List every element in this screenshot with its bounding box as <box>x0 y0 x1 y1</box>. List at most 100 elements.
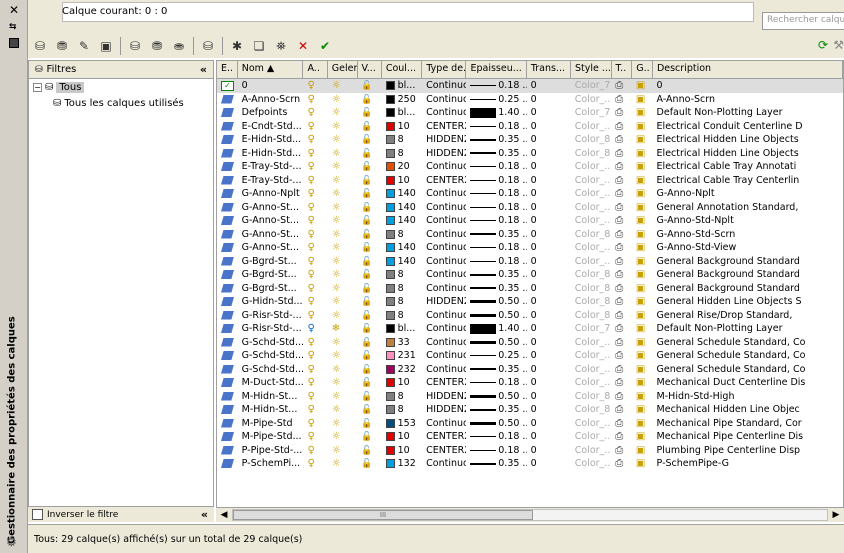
freeze-sun-icon[interactable]: ☼ <box>328 390 358 404</box>
layer-name[interactable]: G-Anno-St... <box>238 214 304 228</box>
freeze-sun-icon[interactable]: ☼ <box>328 430 358 444</box>
layer-transparency[interactable]: 0 <box>527 241 571 255</box>
layer-linetype[interactable]: Continuo... <box>422 349 466 363</box>
layer-description[interactable]: G-Anno-Std-View <box>653 241 843 255</box>
layer-name[interactable]: P-Pipe-Std-... <box>238 444 304 458</box>
layer-linetype[interactable]: Continuo... <box>422 187 466 201</box>
unlock-icon[interactable]: 🔓 <box>357 336 381 350</box>
unlock-icon[interactable]: 🔓 <box>357 417 381 431</box>
table-row[interactable]: E-Tray-Std-...♀☼🔓10CENTER20.18 ...0Color… <box>217 174 843 188</box>
column-header[interactable]: Style ... <box>571 61 612 78</box>
layer-transparency[interactable]: 0 <box>527 309 571 323</box>
layer-description[interactable]: General Background Standard <box>653 268 843 282</box>
new-vp-freeze-icon[interactable]: ▣ <box>632 268 653 282</box>
table-row[interactable]: G-Bgrd-St...♀☼🔓140Continuo...0.18 ...0Co… <box>217 255 843 269</box>
layer-status-icon[interactable] <box>217 241 238 255</box>
layer-lineweight[interactable]: 0.35 ... <box>466 147 527 161</box>
unlock-icon[interactable]: 🔓 <box>357 430 381 444</box>
new-vp-freeze-icon[interactable]: ▣ <box>632 228 653 242</box>
table-row[interactable]: M-Pipe-Std♀☼🔓153Continuo...0.50 ...0Colo… <box>217 417 843 431</box>
printer-icon[interactable]: ⎙ <box>611 120 632 134</box>
on-off-bulb-icon[interactable]: ♀ <box>303 147 327 161</box>
layer-linetype[interactable]: Continuo... <box>422 241 466 255</box>
layer-color[interactable]: 33 <box>382 336 423 350</box>
layer-status-icon[interactable] <box>217 403 238 417</box>
freeze-sun-icon[interactable]: ☼ <box>328 295 358 309</box>
new-vp-freeze-icon[interactable]: ▣ <box>632 349 653 363</box>
layer-color[interactable]: 10 <box>382 444 423 458</box>
table-row[interactable]: G-Anno-St...♀☼🔓140Continuo...0.18 ...0Co… <box>217 241 843 255</box>
layer-transparency[interactable]: 0 <box>527 322 571 336</box>
unlock-icon[interactable]: 🔓 <box>357 120 381 134</box>
layer-transparency[interactable]: 0 <box>527 444 571 458</box>
freeze-sun-icon[interactable]: ☼ <box>328 444 358 458</box>
layer-name[interactable]: G-Risr-Std-... <box>238 322 304 336</box>
layer-description[interactable]: G-Anno-Std-Scrn <box>653 228 843 242</box>
printer-icon[interactable]: ⎙ <box>611 79 632 93</box>
layer-status-icon[interactable] <box>217 214 238 228</box>
printer-icon[interactable]: ⎙ <box>611 133 632 147</box>
new-vp-freeze-icon[interactable]: ▣ <box>632 160 653 174</box>
layer-status-icon[interactable] <box>217 228 238 242</box>
layer-status-icon[interactable] <box>217 147 238 161</box>
layer-linetype[interactable]: HIDDEN2 <box>422 403 466 417</box>
unlock-icon[interactable]: 🔓 <box>357 147 381 161</box>
on-off-bulb-icon[interactable]: ♀ <box>303 106 327 120</box>
layer-name[interactable]: E-Hidn-Std... <box>238 133 304 147</box>
layer-lineweight[interactable]: 0.35 ... <box>466 363 527 377</box>
freeze-sun-icon[interactable]: ☼ <box>328 268 358 282</box>
freeze-sun-icon[interactable]: ☼ <box>328 282 358 296</box>
layer-color[interactable]: 140 <box>382 241 423 255</box>
on-off-bulb-icon[interactable]: ♀ <box>303 214 327 228</box>
new-layer-icon[interactable]: ✱ <box>229 38 245 54</box>
table-row[interactable]: G-Bgrd-St...♀☼🔓8Continuo...0.35 ...0Colo… <box>217 268 843 282</box>
column-header[interactable]: Coul... <box>382 61 423 78</box>
layer-description[interactable]: G-Anno-Nplt <box>653 187 843 201</box>
state-manager-icon[interactable]: ✎ <box>76 38 92 54</box>
layer-color[interactable]: bl... <box>382 106 423 120</box>
layer-linetype[interactable]: Continuo... <box>422 201 466 215</box>
layer-description[interactable]: P-SchemPipe-G <box>653 457 843 471</box>
layer-description[interactable]: A-Anno-Scrn <box>653 93 843 107</box>
printer-icon[interactable]: ⎙ <box>611 336 632 350</box>
layer-name[interactable]: E-Cndt-Std... <box>238 120 304 134</box>
unlock-icon[interactable]: 🔓 <box>357 403 381 417</box>
scroll-right-icon[interactable]: ▶ <box>828 510 844 520</box>
unlock-icon[interactable]: 🔓 <box>357 241 381 255</box>
layer-color[interactable]: 8 <box>382 309 423 323</box>
layer-status-icon[interactable] <box>217 160 238 174</box>
unlock-icon[interactable]: 🔓 <box>357 309 381 323</box>
layer-lineweight[interactable]: 0.18 ... <box>466 187 527 201</box>
layer-description[interactable]: General Annotation Standard, <box>653 201 843 215</box>
layer-linetype[interactable]: CENTER2 <box>422 430 466 444</box>
layer-name[interactable]: G-Schd-Std... <box>238 336 304 350</box>
layer-transparency[interactable]: 0 <box>527 160 571 174</box>
printer-icon[interactable]: ⎙ <box>611 295 632 309</box>
unlock-icon[interactable]: 🔓 <box>357 295 381 309</box>
new-vp-freeze-icon[interactable]: ▣ <box>632 457 653 471</box>
new-vp-freeze-icon[interactable]: ▣ <box>632 282 653 296</box>
layer-description[interactable]: General Schedule Standard, Co <box>653 336 843 350</box>
layer-name[interactable]: E-Hidn-Std... <box>238 147 304 161</box>
table-row[interactable]: M-Hidn-St...♀☼🔓8HIDDEN20.35 ...0Color_8⎙… <box>217 403 843 417</box>
layer-linetype[interactable]: CENTER2 <box>422 120 466 134</box>
layer-name[interactable]: E-Tray-Std-... <box>238 160 304 174</box>
table-row[interactable]: ✓0♀☼🔓bl...Continuo...0.18 ...0Color_7⎙▣0 <box>217 79 843 93</box>
table-row[interactable]: P-SchemPi...♀☼🔓132Continuo...0.35 ...0Co… <box>217 457 843 471</box>
on-off-bulb-icon[interactable]: ♀ <box>303 295 327 309</box>
table-row[interactable]: G-Schd-Std...♀☼🔓33Continuo...0.50 ...0Co… <box>217 336 843 350</box>
layer-description[interactable]: 0 <box>653 79 843 93</box>
new-vp-freeze-icon[interactable]: ▣ <box>632 79 653 93</box>
layer-lineweight[interactable]: 0.18 ... <box>466 444 527 458</box>
layer-linetype[interactable]: Continuo... <box>422 214 466 228</box>
tree-item-all[interactable]: − ⛁ Tous <box>33 79 213 95</box>
layer-linetype[interactable]: CENTER2 <box>422 376 466 390</box>
layer-lineweight[interactable]: 0.50 ... <box>466 417 527 431</box>
layer-description[interactable]: Mechanical Duct Centerline Dis <box>653 376 843 390</box>
layer-transparency[interactable]: 0 <box>527 430 571 444</box>
on-off-bulb-icon[interactable]: ♀ <box>303 187 327 201</box>
unlock-icon[interactable]: 🔓 <box>357 363 381 377</box>
scroll-left-icon[interactable]: ◀ <box>216 510 232 520</box>
new-vp-frozen-layer-icon[interactable]: ❏ <box>251 38 267 54</box>
layer-lineweight[interactable]: 0.35 ... <box>466 133 527 147</box>
